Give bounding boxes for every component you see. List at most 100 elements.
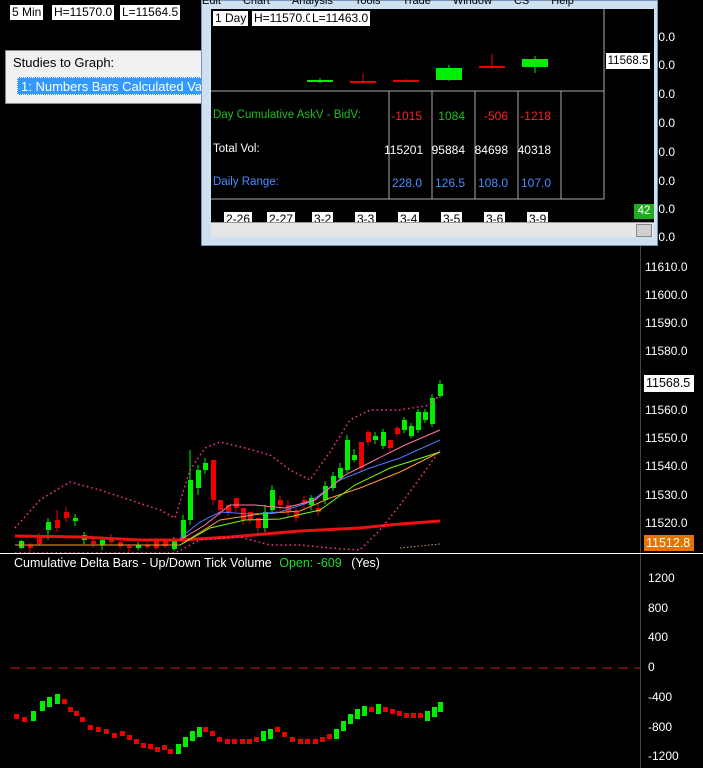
delta-bar	[104, 729, 109, 734]
candle	[46, 522, 51, 530]
price-axis-label: 11560.0	[645, 403, 688, 417]
candle	[263, 512, 268, 528]
delta-bar	[268, 729, 273, 739]
menu-item[interactable]: Edit	[202, 0, 221, 7]
menu-item[interactable]: Window	[453, 0, 492, 7]
candle	[278, 500, 283, 505]
daily-chart-window[interactable]: Edit Chart Analysis Tools Trade Window CS Help …	[201, 0, 658, 246]
delta-bar	[14, 714, 19, 719]
delta-bar	[432, 707, 437, 717]
price-axis-label: 11610.0	[645, 260, 688, 274]
candle	[211, 460, 216, 500]
stats-cell: 40318	[517, 143, 551, 157]
candle	[381, 432, 386, 446]
delta-bar	[40, 701, 45, 711]
delta-bar	[68, 707, 73, 712]
delta-bar	[112, 733, 117, 738]
delta-bar	[127, 735, 132, 740]
delta-bar	[168, 749, 173, 754]
candle	[91, 541, 96, 544]
delta-chart[interactable]	[0, 555, 640, 768]
delta-bar	[176, 744, 181, 754]
current-price-tag: 11568.5	[644, 375, 694, 392]
delta-bar	[341, 721, 346, 731]
delta-bar	[88, 725, 93, 730]
daily-candle	[350, 81, 376, 83]
delta-axis-label: -400	[648, 690, 673, 704]
candle	[423, 412, 428, 420]
delta-bar	[348, 714, 353, 724]
price-axis-label: 11520.0	[645, 516, 688, 530]
delta-bar	[275, 727, 280, 732]
candle	[373, 436, 378, 440]
ma-price-tag: 11512.8	[644, 535, 694, 551]
menu-item[interactable]: Trade	[403, 0, 431, 7]
candle	[438, 384, 443, 396]
delta-bar	[282, 732, 287, 737]
delta-bar	[96, 727, 101, 732]
delta-bar	[120, 731, 125, 736]
delta-bar	[148, 744, 153, 749]
candle	[127, 546, 132, 548]
delta-bar	[47, 697, 52, 707]
delta-bar	[162, 745, 167, 750]
menu-item[interactable]: CS	[514, 0, 529, 7]
delta-bar	[31, 711, 36, 721]
price-axis-label: 11540.0	[645, 459, 688, 473]
daily-chart-area[interactable]: 1 Day H=11570.0 L=11463.0 11568.5 42 Day…	[211, 9, 654, 227]
delta-bar	[261, 731, 266, 741]
delta-bar	[247, 739, 252, 744]
daily-window-menubar[interactable]: Edit Chart Analysis Tools Trade Window CS Help	[202, 0, 657, 7]
delta-bar	[290, 737, 295, 742]
candle	[188, 480, 193, 520]
daily-candle	[479, 66, 505, 68]
candle	[203, 463, 208, 470]
delta-bar	[298, 739, 303, 744]
delta-bar	[438, 702, 443, 712]
delta-axis-label: 1200	[648, 571, 675, 585]
candle	[352, 455, 357, 460]
menu-item[interactable]: Tools	[355, 0, 381, 7]
delta-bar	[313, 739, 318, 744]
price-axis-label: 11530.0	[645, 488, 688, 502]
candle	[338, 468, 343, 478]
delta-bar	[383, 707, 388, 712]
candle	[218, 500, 223, 510]
candle	[73, 518, 78, 521]
delta-axis-label: 400	[648, 630, 669, 644]
delta-bar	[305, 739, 310, 744]
candle	[395, 428, 400, 434]
delta-bar	[327, 734, 332, 739]
candle	[402, 420, 407, 430]
delta-bar	[334, 729, 339, 739]
delta-bars	[14, 694, 443, 754]
daily-horizontal-scrollbar[interactable]	[211, 222, 654, 237]
delta-bar	[355, 709, 360, 719]
daily-price-tag: 11568.5	[606, 53, 650, 69]
delta-axis-label: -1200	[648, 749, 679, 763]
menu-item[interactable]: Help	[551, 0, 574, 7]
delta-bar	[217, 737, 222, 742]
daily-candle	[436, 68, 462, 80]
delta-bar	[55, 694, 60, 704]
candle	[416, 412, 421, 430]
stats-row-label: Day Cumulative AskV - BidV:	[213, 109, 361, 121]
delta-bar	[425, 711, 430, 721]
scrollbar-thumb[interactable]	[636, 224, 652, 237]
stats-row-label: Total Vol:	[213, 143, 260, 155]
delta-bar	[22, 717, 27, 722]
delta-bar	[390, 709, 395, 714]
delta-bar	[210, 731, 215, 736]
daily-candle	[522, 59, 548, 67]
delta-bar	[62, 699, 67, 704]
stats-cell: 95884	[431, 143, 465, 157]
delta-bar	[254, 737, 259, 742]
stats-cell: 228.0	[391, 176, 422, 190]
menu-item[interactable]: Analysis	[292, 0, 333, 7]
delta-bar	[74, 711, 79, 716]
daily-count-badge: 42	[634, 204, 654, 219]
menu-item[interactable]: Chart	[243, 0, 270, 7]
delta-axis-label: 800	[648, 601, 669, 615]
delta-bar	[320, 737, 325, 742]
delta-bar	[134, 739, 139, 744]
